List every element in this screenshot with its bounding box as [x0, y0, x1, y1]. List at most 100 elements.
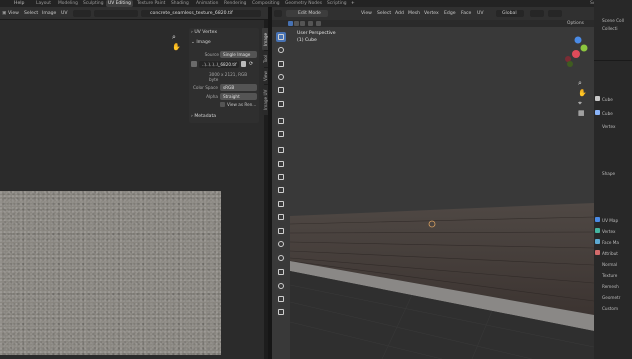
- pivot-dropdown[interactable]: [530, 10, 544, 17]
- perspective-grid-icon[interactable]: ▦: [578, 109, 586, 117]
- section-geometry-data[interactable]: Geometr: [602, 295, 620, 300]
- menu-select[interactable]: Select: [24, 7, 38, 20]
- section-image[interactable]: ⌄ Image: [191, 40, 211, 45]
- material-icon[interactable]: [595, 250, 600, 255]
- help-menu[interactable]: Help: [14, 0, 24, 7]
- rip-tool-icon[interactable]: [276, 307, 286, 317]
- camera-icon[interactable]: ⌖: [578, 99, 586, 107]
- section-custom-properties[interactable]: Custom: [602, 306, 618, 311]
- extrude-tool-icon[interactable]: [276, 159, 286, 169]
- vertex-select-icon[interactable]: [288, 21, 293, 26]
- folder-icon[interactable]: [241, 61, 246, 67]
- color-space-dropdown[interactable]: sRGB: [220, 84, 257, 91]
- section-uv-vertex[interactable]: › UV Vertex: [191, 30, 217, 35]
- rotate-tool-icon[interactable]: [276, 72, 286, 82]
- section-face-maps[interactable]: Face Ma: [602, 240, 619, 245]
- menu-add[interactable]: Add: [395, 7, 404, 20]
- tab-texture-paint[interactable]: Texture Paint: [135, 0, 167, 7]
- edge-slide-tool-icon[interactable]: [276, 267, 286, 277]
- face-select-icon[interactable]: [300, 21, 305, 26]
- tab-compositing[interactable]: Compositing: [250, 0, 282, 7]
- pan-hand-icon[interactable]: ✋: [578, 89, 587, 97]
- snap-dropdown[interactable]: [548, 10, 562, 17]
- alpha-dropdown[interactable]: Straight: [220, 93, 257, 100]
- tab-geometry-nodes[interactable]: Geometry Nodes: [283, 0, 324, 7]
- section-metadata[interactable]: › Metadata: [191, 114, 216, 119]
- tab-animation[interactable]: Animation: [194, 0, 220, 7]
- outliner-collection[interactable]: Collecti: [602, 26, 618, 31]
- modifier-icon[interactable]: [595, 217, 600, 222]
- spin-tool-icon[interactable]: [276, 239, 286, 249]
- xray-icon[interactable]: [308, 21, 313, 26]
- shrink-fatten-tool-icon[interactable]: [276, 281, 286, 291]
- mesh-icon[interactable]: [595, 110, 600, 115]
- alpha-label: Alpha: [206, 94, 218, 99]
- section-vertex-groups[interactable]: Vertex: [602, 124, 615, 129]
- file-path-field[interactable]: ..\..\..\..\_6820.tif: [199, 61, 239, 68]
- poly-build-tool-icon[interactable]: [276, 226, 286, 236]
- bevel-tool-icon[interactable]: [276, 185, 286, 195]
- section-uv-maps[interactable]: UV Map: [602, 218, 618, 223]
- object-icon[interactable]: [595, 96, 600, 101]
- tab-modeling[interactable]: Modeling: [56, 0, 80, 7]
- object-name-field[interactable]: Cube: [602, 97, 613, 102]
- menu-view[interactable]: View: [361, 7, 372, 20]
- annotate-tool-icon[interactable]: [276, 116, 286, 126]
- options-dropdown[interactable]: Options: [567, 20, 584, 27]
- transform-tool-icon[interactable]: [276, 99, 286, 109]
- menu-uv[interactable]: UV: [61, 7, 68, 20]
- tab-layout[interactable]: Layout: [34, 0, 53, 7]
- section-texture-space[interactable]: Texture: [602, 273, 617, 278]
- menu-uv[interactable]: UV: [477, 7, 484, 20]
- add-cube-tool-icon[interactable]: [276, 145, 286, 155]
- section-remesh[interactable]: Remesh: [602, 284, 619, 289]
- edge-select-icon[interactable]: [294, 21, 299, 26]
- tab-rendering[interactable]: Rendering: [222, 0, 248, 7]
- measure-tool-icon[interactable]: [276, 129, 286, 139]
- section-shape-keys[interactable]: Shape: [602, 171, 615, 176]
- menu-view[interactable]: View: [8, 7, 19, 20]
- reload-icon[interactable]: ⟳: [249, 61, 255, 67]
- uv-sync-buttons[interactable]: [94, 10, 138, 17]
- section-normals[interactable]: Normal: [602, 262, 617, 267]
- tab-shading[interactable]: Shading: [169, 0, 191, 7]
- section-vertex-colors[interactable]: Vertex: [602, 229, 615, 234]
- tab-uv-editing[interactable]: UV Editing: [106, 0, 133, 7]
- image-name[interactable]: concrete_seamless_texture_6820.tif: [150, 7, 233, 20]
- mesh-data-field[interactable]: Cube: [602, 111, 613, 116]
- outliner-scene-collection[interactable]: Scene Coll: [602, 18, 624, 23]
- source-dropdown[interactable]: Single Image: [220, 51, 257, 58]
- loop-cut-tool-icon[interactable]: [276, 199, 286, 209]
- zoom-icon[interactable]: ⌕: [578, 79, 586, 87]
- view-as-render-checkbox[interactable]: [220, 102, 225, 107]
- uv-mode-dropdown[interactable]: [73, 10, 91, 17]
- menu-face[interactable]: Face: [461, 7, 471, 20]
- editor-type-icon[interactable]: [274, 10, 282, 17]
- menu-vertex[interactable]: Vertex: [424, 7, 439, 20]
- zoom-icon[interactable]: ⌕: [172, 33, 180, 41]
- select-tool-icon[interactable]: [276, 32, 286, 42]
- navigation-gizmo[interactable]: [554, 34, 594, 74]
- add-workspace-icon[interactable]: +: [349, 0, 357, 7]
- image-pin-icon[interactable]: [191, 61, 197, 67]
- menu-select[interactable]: Select: [377, 7, 391, 20]
- section-attributes[interactable]: Attribut: [602, 251, 618, 256]
- 3d-viewport[interactable]: User Perspective (1) Cube ⌕ ✋ ⌖ ▦: [272, 27, 594, 359]
- menu-edge[interactable]: Edge: [444, 7, 456, 20]
- move-tool-icon[interactable]: [276, 59, 286, 69]
- editor-type-icon[interactable]: ▣: [2, 7, 6, 20]
- inset-tool-icon[interactable]: [276, 172, 286, 182]
- tab-scripting[interactable]: Scripting: [325, 0, 349, 7]
- pan-hand-icon[interactable]: ✋: [172, 43, 181, 51]
- menu-image[interactable]: Image: [42, 7, 56, 20]
- shear-tool-icon[interactable]: [276, 294, 286, 304]
- smooth-tool-icon[interactable]: [276, 253, 286, 263]
- scale-tool-icon[interactable]: [276, 85, 286, 95]
- tab-sculpting[interactable]: Sculpting: [81, 0, 106, 7]
- particles-icon[interactable]: [595, 228, 600, 233]
- shading-icon[interactable]: [316, 21, 321, 26]
- cursor-tool-icon[interactable]: [276, 45, 286, 55]
- knife-tool-icon[interactable]: [276, 212, 286, 222]
- menu-mesh[interactable]: Mesh: [408, 7, 420, 20]
- physics-icon[interactable]: [595, 239, 600, 244]
